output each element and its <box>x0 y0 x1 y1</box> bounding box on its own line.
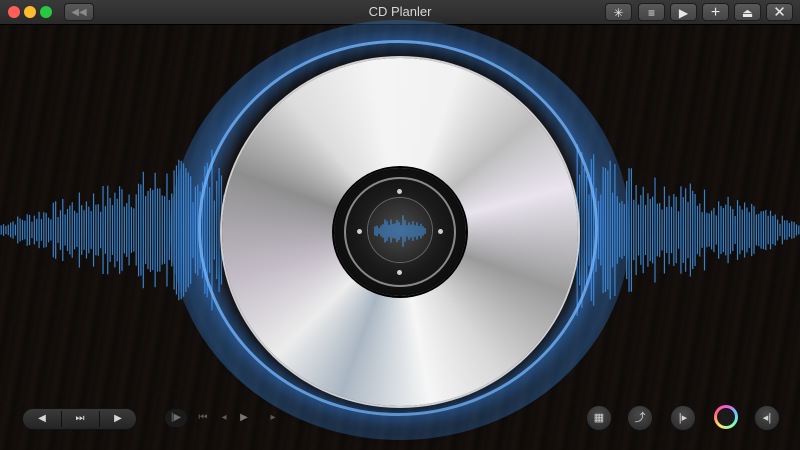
plus-icon: + <box>710 4 721 21</box>
step-back-icon: ◂ <box>221 412 227 423</box>
grid-button[interactable]: ▦ <box>586 405 612 431</box>
add-button[interactable]: + <box>702 3 729 21</box>
skip-forward-icon: ⏭ <box>75 413 85 424</box>
close-icon: ✕ <box>773 4 786 21</box>
mini-play-button[interactable]: ▶ <box>236 409 252 427</box>
step-play-button[interactable]: |▶ <box>165 409 187 427</box>
tools-button[interactable]: ✳ <box>605 3 632 21</box>
first-track-button[interactable]: ⏮ <box>195 409 211 427</box>
volume-button[interactable]: ◂| <box>754 405 780 431</box>
play-step-icon: |▸ <box>678 412 688 424</box>
menu-lines-icon: ≡ <box>647 6 655 20</box>
play-button[interactable]: ▶ <box>670 3 697 21</box>
mini-play-icon: ▶ <box>240 412 248 423</box>
first-track-icon: ⏮ <box>198 412 208 423</box>
hub-screw-left <box>357 229 362 234</box>
next-button[interactable]: ▶ <box>99 409 136 429</box>
hub-screw-right <box>438 229 443 234</box>
sparkle-icon: ✳ <box>613 6 624 20</box>
eject-button[interactable]: ⏏ <box>734 3 761 21</box>
color-picker-ring[interactable] <box>714 405 738 429</box>
menu-button[interactable]: ≡ <box>638 3 665 21</box>
eject-icon: ⏏ <box>741 6 754 20</box>
volume-icon: ◂| <box>762 412 772 424</box>
repeat-icon: ⤴ <box>634 412 646 424</box>
hub-screw-top <box>397 189 402 194</box>
hub-waveform <box>374 215 426 247</box>
hub-screw-bottom <box>397 270 402 275</box>
play-forward-icon: ▶ <box>114 413 122 424</box>
previous-button[interactable]: ◀ <box>23 409 61 429</box>
play-icon: ▶ <box>678 6 689 20</box>
transport-group: ◀ ⏭ ▶ <box>22 408 137 430</box>
step-forward-icon: ▸ <box>270 412 276 423</box>
previous-icon: ◀ <box>38 413 46 424</box>
repeat-button[interactable]: ⤴ <box>627 405 653 431</box>
step-forward-button[interactable]: ▸ <box>265 409 281 427</box>
step-play-icon: |▶ <box>170 412 182 423</box>
skip-button[interactable]: ⏭ <box>61 409 99 429</box>
play-step-button[interactable]: |▸ <box>670 405 696 431</box>
step-back-button[interactable]: ◂ <box>216 409 232 427</box>
grid-icon: ▦ <box>593 412 605 424</box>
close-button[interactable]: ✕ <box>766 3 793 21</box>
